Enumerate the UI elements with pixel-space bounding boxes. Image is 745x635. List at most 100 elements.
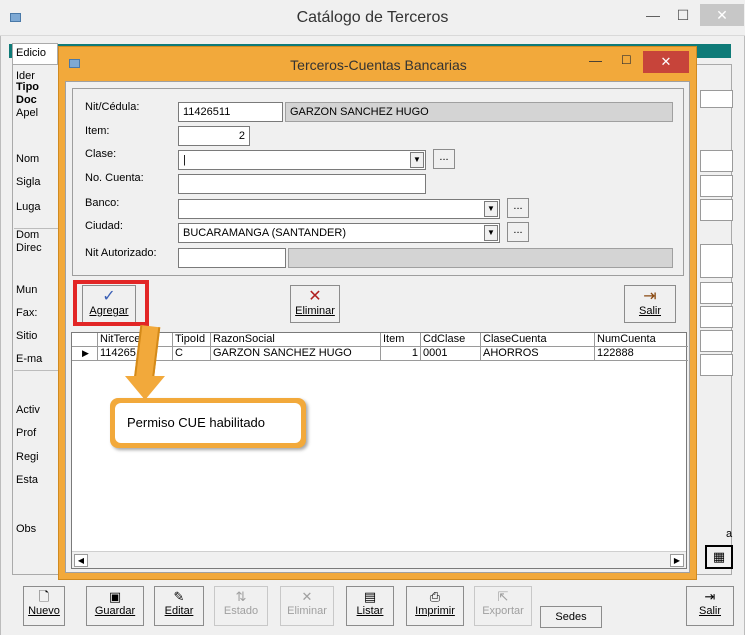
cuentas-bancarias-dialog: Terceros-Cuentas Bancarias — ☐ ✕ Nit/Céd… xyxy=(58,46,697,580)
nit-autorizado-label: Nit Autorizado: xyxy=(85,247,157,259)
outer-close-button[interactable]: ✕ xyxy=(700,4,744,26)
exit-door-icon: ⇥ xyxy=(643,288,657,305)
tab-edicion[interactable]: Edicio xyxy=(12,43,58,65)
item-input[interactable]: 2 xyxy=(178,126,250,146)
delete-icon: ✕ xyxy=(301,589,313,604)
ciudad-select[interactable]: BUCARAMANGA (SANTANDER) ▼ xyxy=(178,223,500,243)
side-label-apellidos: Apel xyxy=(16,107,39,119)
side-label-direccion: Direc xyxy=(16,242,42,254)
grid-header[interactable]: RazonSocial xyxy=(211,333,381,347)
nuevo-button[interactable]: 🗋 Nuevo xyxy=(23,586,65,626)
side-label-email: E-ma xyxy=(16,353,43,365)
callout-box: Permiso CUE habilitado xyxy=(110,398,306,448)
banco-label: Banco: xyxy=(85,197,120,209)
side-label-profesion: Prof xyxy=(16,427,37,439)
list-icon: ▤ xyxy=(363,589,377,604)
grid-cell[interactable]: 1 xyxy=(381,347,421,361)
scroll-left-icon[interactable]: ◀ xyxy=(74,554,88,567)
horizontal-scrollbar[interactable]: ◀ ▶ xyxy=(72,551,686,568)
side-label-sigla: Sigla xyxy=(16,176,41,188)
imprimir-button[interactable]: ⎙ Imprimir xyxy=(406,586,464,626)
outer-maximize-button[interactable]: ☐ xyxy=(670,4,696,26)
grid-header[interactable]: TipoId xyxy=(173,333,211,347)
estado-button[interactable]: ⇅ Estado xyxy=(214,586,268,626)
right-partial-field[interactable] xyxy=(700,244,733,278)
export-icon: ⇱ xyxy=(497,589,509,604)
nit-autorizado-input[interactable] xyxy=(178,248,286,268)
clase-label: Clase: xyxy=(85,148,117,160)
banco-lookup-button[interactable]: ... xyxy=(507,198,529,218)
eliminar-button-disabled[interactable]: ✕ Eliminar xyxy=(280,586,334,626)
side-label-actividad: Activ xyxy=(16,404,40,416)
listar-button[interactable]: ▤ Listar xyxy=(346,586,394,626)
side-divider xyxy=(14,370,58,371)
chevron-down-icon[interactable]: ▼ xyxy=(484,225,498,241)
right-partial-field[interactable] xyxy=(700,199,733,221)
right-partial-field[interactable] xyxy=(700,175,733,197)
ciudad-label: Ciudad: xyxy=(85,220,123,232)
cuenta-label: No. Cuenta: xyxy=(85,172,144,184)
grid-cell[interactable]: GARZON SANCHEZ HUGO xyxy=(211,347,381,361)
callout-arrow-head xyxy=(125,376,165,400)
razon-social-display: GARZON SANCHEZ HUGO xyxy=(285,102,673,122)
grid-header[interactable]: NitTercero xyxy=(98,333,173,347)
grid-cell[interactable]: 0001 xyxy=(421,347,481,361)
exportar-button[interactable]: ⇱ Exportar xyxy=(474,586,532,626)
eliminar-button[interactable]: ✕ Eliminar xyxy=(290,285,340,323)
grid-header[interactable]: NumCuenta xyxy=(595,333,688,347)
chevron-down-icon[interactable]: ▼ xyxy=(410,152,424,168)
outer-window-title: Catálogo de Terceros xyxy=(296,9,449,26)
outer-salir-button[interactable]: ⇥ Salir xyxy=(686,586,734,626)
item-label: Item: xyxy=(85,125,110,137)
side-label-municipio: Mun xyxy=(16,284,38,296)
right-partial-field[interactable] xyxy=(700,306,733,328)
agregar-highlight-box xyxy=(73,280,149,326)
grid-cell[interactable]: 122888 xyxy=(595,347,688,361)
right-partial-field[interactable] xyxy=(700,330,733,352)
editar-button[interactable]: ✎ Editar xyxy=(154,586,204,626)
calculator-icon[interactable]: ▦ xyxy=(705,545,733,569)
edit-icon: ✎ xyxy=(173,589,185,604)
grid-cell[interactable]: C xyxy=(173,347,211,361)
right-partial-field[interactable] xyxy=(700,354,733,376)
side-label-regimen: Regi xyxy=(16,451,39,463)
side-label-fax: Fax: xyxy=(16,307,38,319)
dialog-salir-button[interactable]: ⇥ Salir xyxy=(624,285,676,323)
grid-header[interactable]: ClaseCuenta xyxy=(481,333,595,347)
grid-cell[interactable]: AHORROS xyxy=(481,347,595,361)
grid-header[interactable]: Item xyxy=(381,333,421,347)
dialog-maximize-button[interactable]: ☐ xyxy=(621,53,632,67)
right-edge-label: a xyxy=(726,528,733,540)
chevron-down-icon[interactable]: ▼ xyxy=(484,201,498,217)
dialog-minimize-button[interactable]: — xyxy=(589,53,602,68)
dialog-close-button[interactable]: ✕ xyxy=(643,51,689,73)
row-selector-icon[interactable]: ▶ xyxy=(72,347,98,361)
grid-header[interactable]: CdClase xyxy=(421,333,481,347)
printer-icon: ⎙ xyxy=(429,589,441,604)
right-partial-field[interactable] xyxy=(700,150,733,172)
right-partial-field[interactable] xyxy=(700,90,733,108)
outer-minimize-button[interactable]: — xyxy=(640,4,666,26)
grid-corner xyxy=(72,333,98,347)
ciudad-lookup-button[interactable]: ... xyxy=(507,222,529,242)
clase-select[interactable]: | ▼ xyxy=(178,150,426,170)
guardar-button[interactable]: ▣ Guardar xyxy=(86,586,144,626)
status-icon: ⇅ xyxy=(235,589,247,604)
save-icon: ▣ xyxy=(108,589,122,604)
nit-input[interactable]: 11426511 xyxy=(178,102,283,122)
side-label-nombre: Nom xyxy=(16,153,40,165)
banco-select[interactable]: ▼ xyxy=(178,199,500,219)
side-label-lugar: Luga xyxy=(16,201,41,213)
right-partial-field[interactable] xyxy=(700,282,733,304)
cuentas-grid[interactable]: NitTercero TipoId RazonSocial Item CdCla… xyxy=(71,332,688,569)
side-label-estado: Esta xyxy=(16,474,39,486)
sedes-button[interactable]: Sedes xyxy=(540,606,602,628)
cuenta-input[interactable] xyxy=(178,174,426,194)
clase-lookup-button[interactable]: ... xyxy=(433,149,455,169)
delete-x-icon: ✕ xyxy=(308,288,322,305)
side-label-sitio: Sitio xyxy=(16,330,38,342)
side-label-domicilio: Dom xyxy=(16,229,40,241)
scroll-right-icon[interactable]: ▶ xyxy=(670,554,684,567)
dialog-title: Terceros-Cuentas Bancarias xyxy=(290,57,467,73)
side-label-observaciones: Obs xyxy=(16,523,37,535)
